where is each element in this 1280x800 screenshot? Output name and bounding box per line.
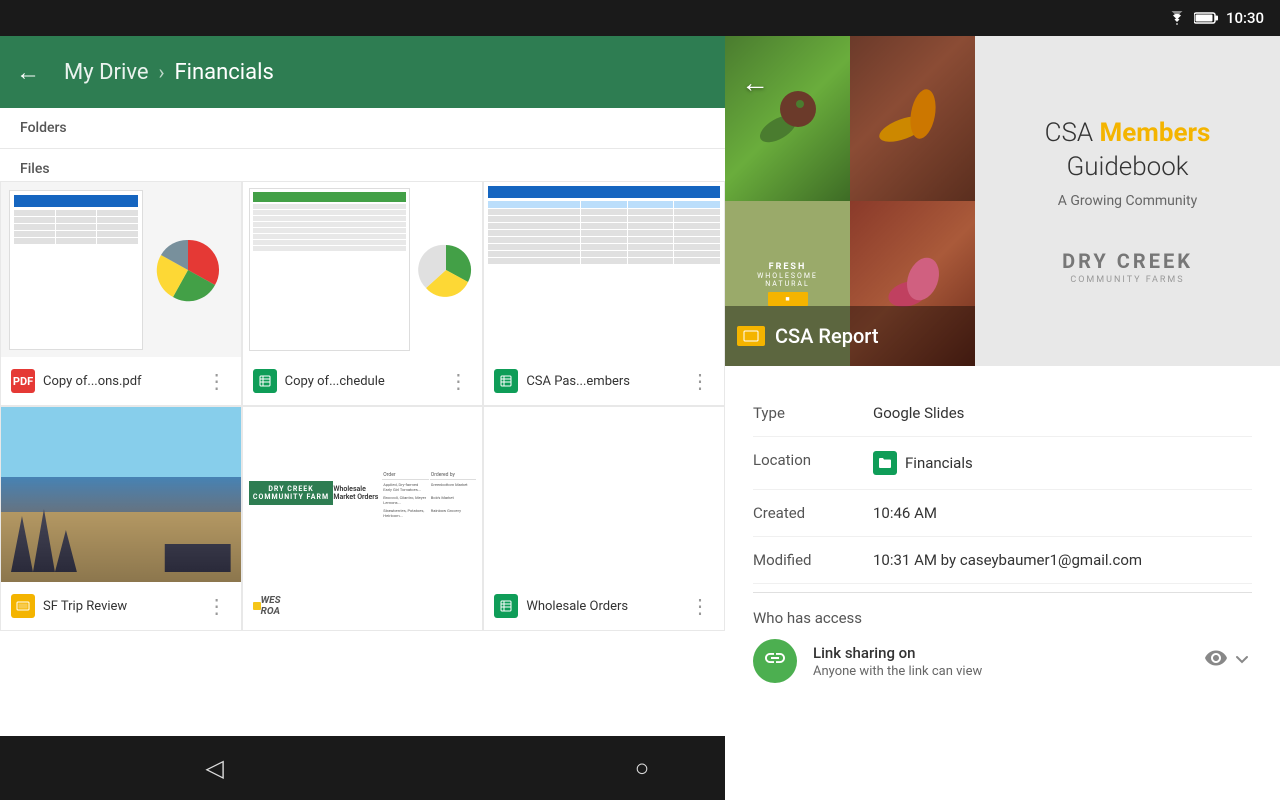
file-thumb-sf-trip — [1, 407, 241, 582]
file-name-copy-schedule: Copy of...chedule — [285, 374, 445, 389]
file-more-copy-ons[interactable]: ⋮ — [203, 369, 231, 393]
status-time: 10:30 — [1226, 9, 1264, 27]
file-cell-csa-pass[interactable]: CSA Pas...embers ⋮ — [483, 181, 725, 406]
guidebook-panel: CSA Members Guidebook A Growing Communit… — [975, 36, 1280, 366]
file-more-csa-pass[interactable]: ⋮ — [686, 369, 714, 393]
file-icon-pdf: PDF — [11, 369, 35, 393]
file-thumb-wholesale — [484, 407, 724, 582]
access-controls — [1204, 646, 1252, 676]
pie-chart-2 — [416, 240, 476, 300]
file-footer-copy-schedule: Copy of...chedule ⋮ — [243, 357, 483, 405]
file-thumb-csa-pass — [484, 182, 724, 357]
main-content-area: Folders Files — [0, 108, 725, 800]
csa-slides-icon — [737, 326, 765, 346]
file-footer-csa-pass: CSA Pas...embers ⋮ — [484, 357, 724, 405]
access-subtitle: Anyone with the link can view — [813, 664, 1188, 679]
location-row: Location Financials — [753, 437, 1252, 490]
file-icon-sheets-1 — [253, 369, 277, 393]
file-more-sf-trip[interactable]: ⋮ — [203, 594, 231, 618]
vegetable-grid: FRESH WHOLESOME NATURAL ■ ← — [725, 36, 975, 366]
image-back-button[interactable]: ← — [741, 66, 769, 99]
file-icon-slides-sf — [11, 594, 35, 618]
file-icon-west-roa: WES ROA — [261, 594, 285, 618]
file-footer-sf-trip: SF Trip Review ⋮ — [1, 582, 241, 630]
back-button[interactable]: ← — [16, 58, 40, 87]
link-icon — [763, 646, 787, 676]
chevron-down-icon[interactable] — [1232, 649, 1252, 674]
location-folder-icon — [873, 451, 897, 475]
file-cell-copy-ons[interactable]: PDF Copy of...ons.pdf ⋮ — [0, 181, 242, 406]
breadcrumb-my-drive[interactable]: My Drive — [64, 60, 149, 85]
created-row: Created 10:46 AM — [753, 490, 1252, 537]
breadcrumb-separator: › — [159, 60, 165, 84]
file-more-wholesale[interactable]: ⋮ — [686, 594, 714, 618]
file-thumb-dry-creek: DRY CREEK COMMUNITY FARM Wholesale Marke… — [243, 407, 483, 582]
files-grid: PDF Copy of...ons.pdf ⋮ — [0, 181, 725, 631]
file-cell-dry-creek[interactable]: DRY CREEK COMMUNITY FARM Wholesale Marke… — [242, 406, 484, 631]
file-footer-wholesale: Wholesale Orders ⋮ — [484, 582, 724, 630]
overlay-panel: FRESH WHOLESOME NATURAL ■ ← — [725, 36, 1280, 800]
access-title: Link sharing on — [813, 644, 1188, 662]
guidebook-title: CSA Members Guidebook — [995, 117, 1260, 185]
modified-label: Modified — [753, 551, 873, 569]
file-name-copy-ons: Copy of...ons.pdf — [43, 374, 203, 389]
link-icon-circle — [753, 639, 797, 683]
created-value: 10:46 AM — [873, 504, 937, 522]
status-bar: 10:30 — [0, 0, 1280, 36]
images-area: FRESH WHOLESOME NATURAL ■ ← — [725, 36, 1280, 366]
file-thumb-copy-schedule — [243, 182, 483, 357]
who-access-label: Who has access — [753, 609, 1252, 627]
details-panel: Type Google Slides Location Financials C… — [725, 366, 1280, 800]
yellow-badge: ■ — [768, 292, 808, 306]
file-more-copy-schedule[interactable]: ⋮ — [444, 369, 472, 393]
file-icon-sheets-2 — [494, 369, 518, 393]
type-label: Type — [753, 404, 873, 422]
created-label: Created — [753, 504, 873, 522]
folders-section-header: Folders — [0, 108, 725, 149]
file-cell-copy-schedule[interactable]: Copy of...chedule ⋮ — [242, 181, 484, 406]
breadcrumb: My Drive › Financials — [64, 60, 274, 85]
nav-home-button[interactable]: ○ — [635, 754, 650, 783]
battery-icon — [1194, 11, 1218, 25]
csa-title-overlay: CSA Report — [725, 306, 975, 366]
location-value: Financials — [873, 451, 973, 475]
csa-title-text: CSA Report — [775, 324, 879, 348]
access-text: Link sharing on Anyone with the link can… — [813, 644, 1188, 679]
file-cell-sf-trip[interactable]: SF Trip Review ⋮ — [0, 406, 242, 631]
dry-creek-logo: DRY CREEK COMMUNITY FARMS — [1062, 249, 1193, 285]
file-name-wholesale: Wholesale Orders — [526, 599, 686, 614]
modified-value: 10:31 AM by caseybaumer1@gmail.com — [873, 551, 1142, 569]
wifi-icon — [1168, 11, 1186, 25]
type-value: Google Slides — [873, 404, 964, 422]
file-thumb-copy-ons — [1, 182, 241, 357]
file-name-sf-trip: SF Trip Review — [43, 599, 203, 614]
guidebook-subtitle: A Growing Community — [1058, 193, 1197, 209]
top-navigation-bar: ← My Drive › Financials — [0, 36, 725, 108]
files-section-header: Files — [0, 149, 725, 181]
eye-icon[interactable] — [1204, 646, 1228, 676]
file-footer-dry-creek: WES ROA — [243, 582, 483, 630]
modified-row: Modified 10:31 AM by caseybaumer1@gmail.… — [753, 537, 1252, 584]
breadcrumb-financials[interactable]: Financials — [175, 60, 274, 85]
location-label: Location — [753, 451, 873, 469]
access-row: Link sharing on Anyone with the link can… — [753, 639, 1252, 683]
veg-top-right — [850, 36, 975, 201]
pie-chart-1 — [153, 235, 223, 305]
file-cell-wholesale[interactable]: Wholesale Orders ⋮ — [483, 406, 725, 631]
file-icon-sheets-wholesale — [494, 594, 518, 618]
divider — [753, 592, 1252, 593]
file-footer-copy-ons: PDF Copy of...ons.pdf ⋮ — [1, 357, 241, 405]
file-name-csa-pass: CSA Pas...embers — [526, 374, 686, 389]
veg-top-left — [725, 36, 850, 201]
nav-back-button[interactable]: ◁ — [205, 754, 223, 782]
type-row: Type Google Slides — [753, 390, 1252, 437]
